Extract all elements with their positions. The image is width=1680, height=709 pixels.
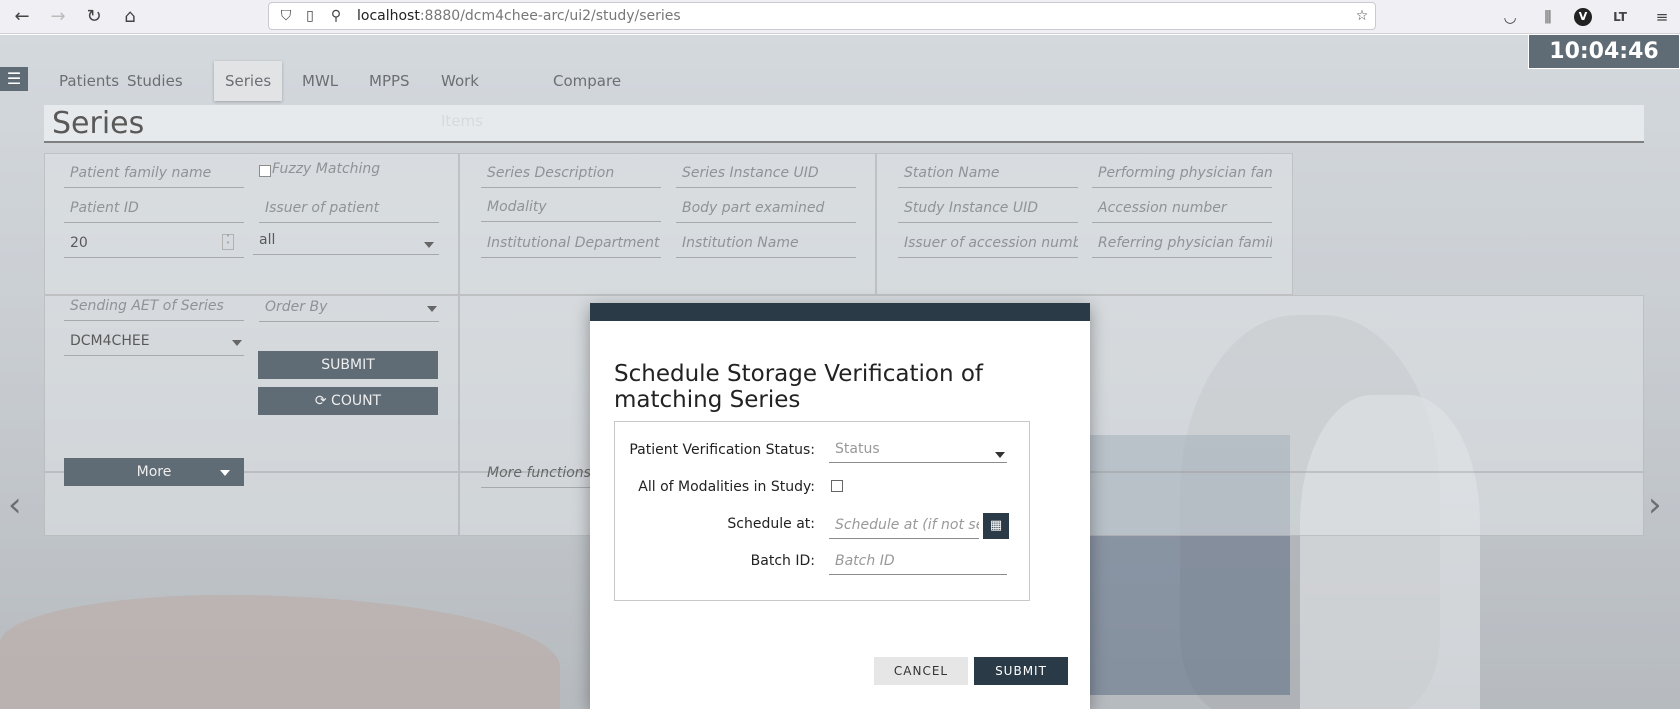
browser-toolbar: ← → ↻ ⌂ ⛉ ▯ ⚲ localhost:8880/dcm4chee-ar… bbox=[0, 0, 1680, 34]
back-icon[interactable]: ← bbox=[10, 5, 34, 29]
reload-icon[interactable]: ↻ bbox=[82, 5, 106, 29]
library-icon[interactable]: ⫼ bbox=[1536, 5, 1560, 29]
batch-id-input[interactable]: Batch ID bbox=[829, 547, 1007, 575]
dialog-header bbox=[590, 303, 1090, 321]
schedule-at-input[interactable]: Schedule at (if not set, bbox=[829, 511, 979, 539]
url-text: localhost:8880/dcm4chee-arc/ui2/study/se… bbox=[357, 8, 681, 24]
dialog-form: Patient Verification Status: Status All … bbox=[614, 421, 1030, 601]
storage-verification-dialog: Schedule Storage Verification of matchin… bbox=[590, 303, 1090, 709]
cancel-button[interactable]: CANCEL bbox=[874, 657, 968, 685]
forward-icon[interactable]: → bbox=[46, 5, 70, 29]
home-icon[interactable]: ⌂ bbox=[118, 5, 142, 29]
page-icon: ▯ bbox=[306, 8, 314, 24]
schedule-at-label: Schedule at: bbox=[727, 516, 815, 532]
menu-icon[interactable]: ≡ bbox=[1650, 5, 1674, 29]
verification-status-select[interactable]: Status bbox=[829, 435, 1007, 463]
batch-id-label: Batch ID: bbox=[750, 553, 815, 569]
app-page: ☰ 10:04:46 Patients Studies Series MWL M… bbox=[0, 35, 1680, 709]
extension-icon[interactable]: LT bbox=[1608, 5, 1632, 29]
bookmark-star-icon[interactable]: ☆ bbox=[1353, 7, 1371, 25]
chevron-down-icon bbox=[995, 452, 1005, 458]
calendar-icon[interactable]: ▦ bbox=[983, 513, 1009, 539]
patient-verification-label: Patient Verification Status: bbox=[629, 442, 815, 458]
shield-icon[interactable]: ⛉ bbox=[277, 7, 295, 25]
dialog-title: Schedule Storage Verification of matchin… bbox=[614, 361, 984, 413]
address-bar[interactable]: ⛉ ▯ ⚲ localhost:8880/dcm4chee-arc/ui2/st… bbox=[268, 2, 1376, 30]
all-modalities-label: All of Modalities in Study: bbox=[638, 479, 815, 495]
pocket-icon[interactable]: ◡ bbox=[1498, 5, 1522, 29]
dialog-submit-button[interactable]: SUBMIT bbox=[974, 657, 1068, 685]
account-avatar[interactable]: V bbox=[1574, 8, 1592, 26]
all-modalities-checkbox[interactable] bbox=[831, 480, 843, 492]
permissions-icon[interactable]: ⚲ bbox=[327, 7, 345, 25]
